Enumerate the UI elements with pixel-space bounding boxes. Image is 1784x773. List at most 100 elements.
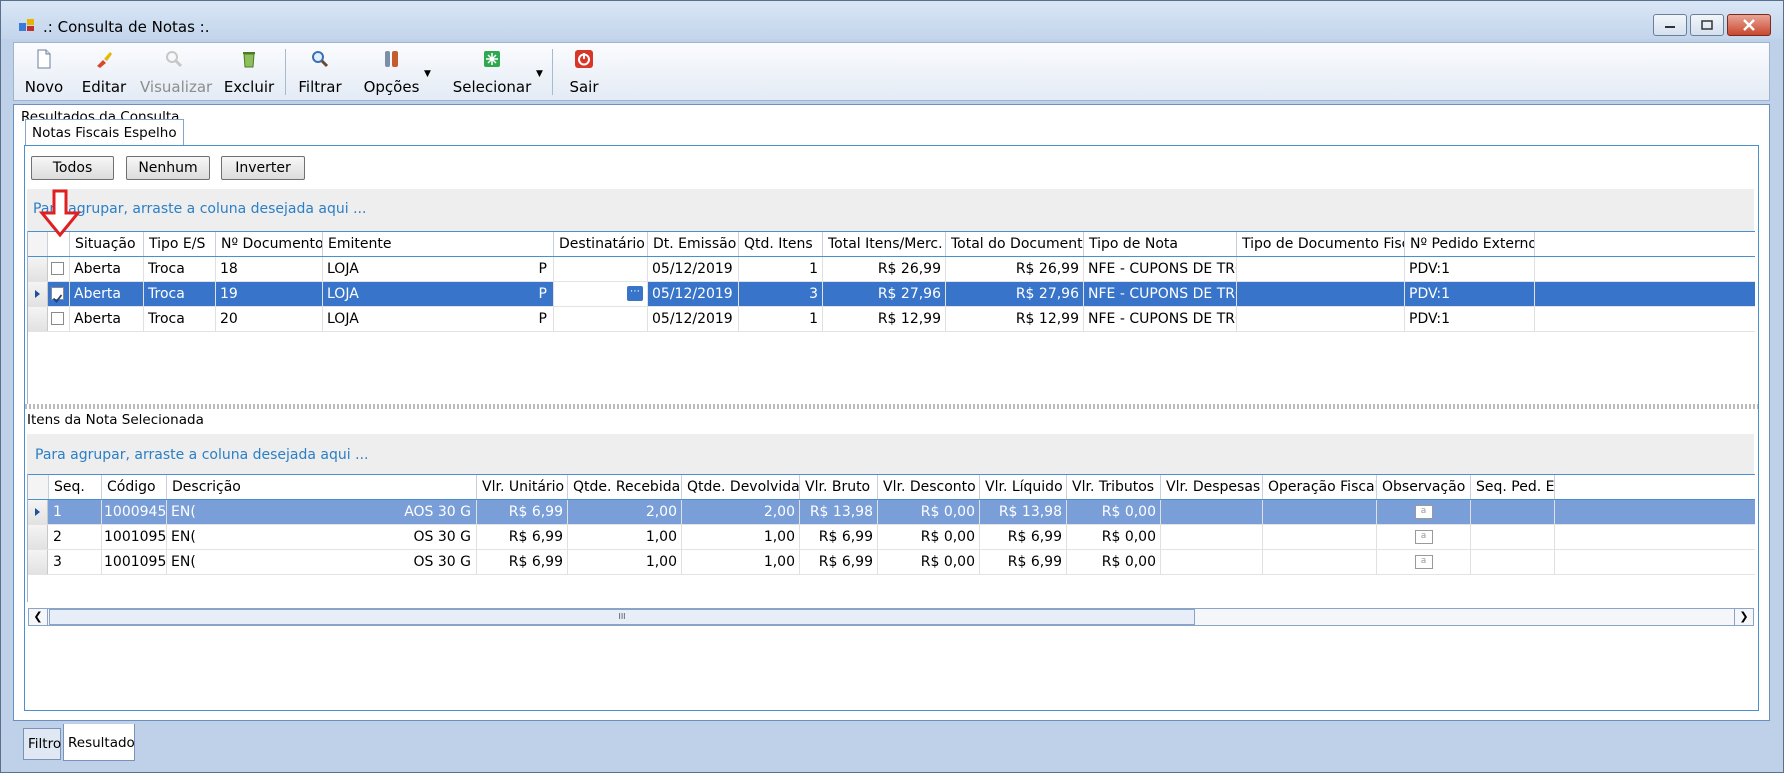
items-grid: Seq. Código Descrição Vlr. Unitário Qtde… <box>27 474 1755 602</box>
column-header-seq[interactable]: Seq. <box>49 475 102 499</box>
cell-observacao[interactable]: a <box>1377 525 1471 549</box>
descricao-end: OS 30 G <box>413 554 471 570</box>
check-cell <box>48 257 70 281</box>
table-row[interactable]: Aberta Troca 20 LOJA P 05/12/2019 1 R$ 12… <box>28 307 1755 332</box>
cell-observacao[interactable]: a <box>1377 500 1471 524</box>
column-header-codigo[interactable]: Código <box>102 475 167 499</box>
cell-operacao-fiscal <box>1263 500 1377 524</box>
descricao-end: OS 30 G <box>413 529 471 545</box>
filtrar-button[interactable]: Filtrar <box>294 43 346 100</box>
column-header-num-documento[interactable]: Nº Documento <box>216 232 323 256</box>
column-header-seq-ped[interactable]: Seq. Ped. E <box>1471 475 1555 499</box>
column-header-tipo-es[interactable]: Tipo E/S <box>144 232 216 256</box>
scroll-left-button[interactable]: ❮ <box>29 609 48 625</box>
row-selector[interactable] <box>28 282 48 306</box>
group-by-area[interactable]: Para agrupar, arraste a coluna desejada … <box>27 189 1754 231</box>
column-header-descricao[interactable]: Descrição <box>167 475 477 499</box>
column-header-vlr-desconto[interactable]: Vlr. Desconto <box>878 475 980 499</box>
toolbar-separator <box>285 49 286 95</box>
scroll-right-button[interactable]: ❯ <box>1734 609 1753 625</box>
descricao-start: EN( <box>171 554 196 570</box>
memo-icon[interactable]: a <box>1414 555 1433 569</box>
item-row[interactable]: 3 10010959 EN(OS 30 G R$ 6,99 1,00 1,00 … <box>28 550 1755 575</box>
chevron-down-icon: ▼ <box>536 69 543 79</box>
column-header-qtde-devolvida[interactable]: Qtde. Devolvida <box>682 475 800 499</box>
memo-icon[interactable]: a <box>1414 530 1433 544</box>
cell-tipo-doc <box>1237 307 1405 331</box>
excluir-button[interactable]: Excluir <box>219 43 279 100</box>
sair-button[interactable]: Sair <box>559 43 609 100</box>
item-row-selected[interactable]: 1 10009451 EN(AOS 30 G R$ 6,99 2,00 2,00… <box>28 500 1755 525</box>
cell-codigo: 10009451 <box>102 500 167 524</box>
cell-qtde-recebida: 1,00 <box>568 550 682 574</box>
emitente-suffix: P <box>538 261 547 277</box>
column-header-qtde-recebida[interactable]: Qtde. Recebida <box>568 475 682 499</box>
search-icon <box>312 51 329 68</box>
cell-vlr-desconto: R$ 0,00 <box>878 525 980 549</box>
row-selector[interactable] <box>28 307 48 331</box>
current-row-indicator-icon <box>35 508 40 516</box>
column-header-observacao[interactable]: Observação <box>1377 475 1471 499</box>
row-checkbox-checked[interactable] <box>51 287 64 303</box>
notas-grid-header: Situação Tipo E/S Nº Documento Emitente … <box>28 231 1755 257</box>
column-header-vlr-unitario[interactable]: Vlr. Unitário <box>477 475 568 499</box>
row-selector[interactable] <box>28 500 48 524</box>
exit-power-icon <box>575 50 593 68</box>
grid-splitter[interactable] <box>25 404 1758 409</box>
items-horizontal-scrollbar[interactable]: ❮ III ❯ <box>28 608 1754 626</box>
cell-observacao[interactable]: a <box>1377 550 1471 574</box>
column-header-tipo-doc-fiscal[interactable]: Tipo de Documento Fiscal <box>1237 232 1405 256</box>
opcoes-dropdown-button[interactable]: Opções ▼ <box>354 43 431 100</box>
row-checkbox[interactable] <box>51 262 64 275</box>
inverter-button[interactable]: Inverter <box>221 156 305 180</box>
restore-icon <box>1701 20 1713 30</box>
nenhum-button[interactable]: Nenhum <box>126 156 210 180</box>
minimize-button[interactable] <box>1653 14 1687 36</box>
column-header-qtd-itens[interactable]: Qtd. Itens <box>739 232 823 256</box>
row-selector[interactable] <box>28 525 48 549</box>
table-row[interactable]: Aberta Troca 18 LOJA P 05/12/2019 1 R$ 26… <box>28 257 1755 282</box>
row-checkbox[interactable] <box>51 312 64 325</box>
edit-brush-icon <box>97 52 112 68</box>
cell-destinatario <box>554 257 648 281</box>
column-header-vlr-liquido[interactable]: Vlr. Líquido <box>980 475 1067 499</box>
scroll-thumb[interactable]: III <box>49 609 1195 625</box>
novo-button[interactable]: Novo <box>18 43 70 100</box>
tab-notas-fiscais-espelho[interactable]: Notas Fiscais Espelho <box>25 119 184 146</box>
results-panel: Resultados da Consulta Notas Fiscais Esp… <box>13 104 1770 721</box>
ellipsis-button[interactable]: ⋯ <box>627 286 643 301</box>
column-header-vlr-despesas[interactable]: Vlr. Despesas <box>1161 475 1263 499</box>
column-header-destinatario[interactable]: Destinatário <box>554 232 648 256</box>
maximize-button[interactable] <box>1690 14 1724 36</box>
tab-resultado[interactable]: Resultado <box>63 724 135 761</box>
items-group-by-area[interactable]: Para agrupar, arraste a coluna desejada … <box>27 434 1754 475</box>
cell-destinatario-editor[interactable]: ⋯ <box>554 282 648 306</box>
cell-vlr-tributos: R$ 0,00 <box>1067 500 1161 524</box>
column-header-total-itens[interactable]: Total Itens/Merc. <box>823 232 946 256</box>
column-header-dt-emissao[interactable]: Dt. Emissão <box>648 232 739 256</box>
column-header-operacao-fiscal[interactable]: Operação Fiscal <box>1263 475 1377 499</box>
close-button[interactable] <box>1727 14 1771 36</box>
tab-filtro[interactable]: Filtro <box>23 728 61 760</box>
cell-descricao: EN( OS 30 G <box>167 550 477 574</box>
editar-button[interactable]: Editar <box>76 43 132 100</box>
group-hint: Para agrupar, arraste a coluna desejada … <box>33 201 367 217</box>
column-header-vlr-bruto[interactable]: Vlr. Bruto <box>800 475 878 499</box>
item-row[interactable]: 2 10010958 EN(OS 30 G R$ 6,99 1,00 1,00 … <box>28 525 1755 550</box>
cell-destinatario <box>554 307 648 331</box>
cell-seq: 1 <box>49 500 102 524</box>
selecionar-dropdown-button[interactable]: Selecionar ▼ <box>442 43 543 100</box>
cell-vlr-bruto: R$ 13,98 <box>800 500 878 524</box>
descricao-start: EN( <box>171 529 196 545</box>
table-row-selected[interactable]: Aberta Troca 19 LOJA P ⋯ 05/12/2019 3 R$ … <box>28 282 1755 307</box>
row-selector[interactable] <box>28 550 48 574</box>
memo-icon[interactable]: a <box>1414 505 1433 519</box>
visualizar-button[interactable]: Visualizar <box>140 43 212 100</box>
todos-button[interactable]: Todos <box>31 156 114 180</box>
column-header-emitente[interactable]: Emitente <box>323 232 554 256</box>
column-header-vlr-tributos[interactable]: Vlr. Tributos <box>1067 475 1161 499</box>
row-selector[interactable] <box>28 257 48 281</box>
column-header-pedido-externo[interactable]: Nº Pedido Externo <box>1405 232 1535 256</box>
column-header-tipo-nota[interactable]: Tipo de Nota <box>1084 232 1237 256</box>
column-header-total-documento[interactable]: Total do Documento <box>946 232 1084 256</box>
